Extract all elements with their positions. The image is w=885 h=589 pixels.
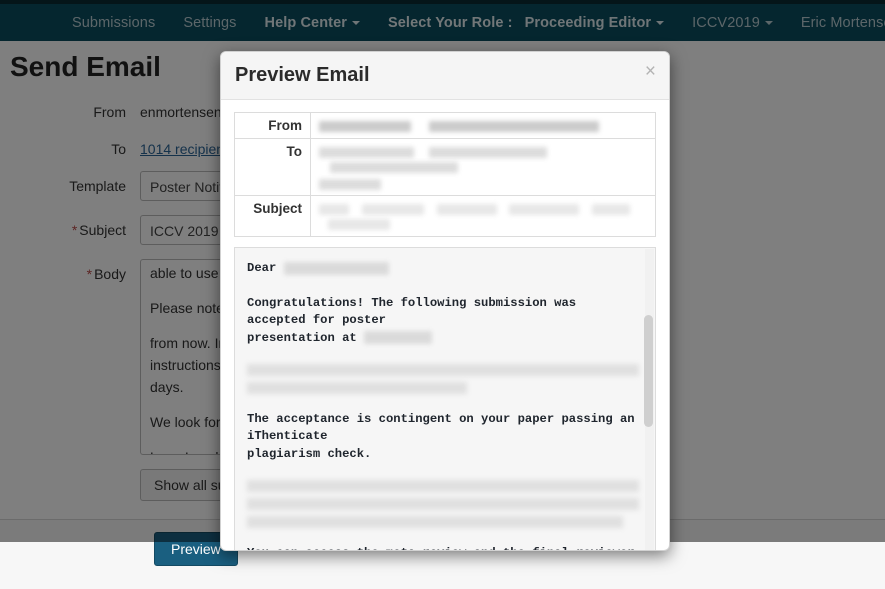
preview-redacted-block xyxy=(247,480,639,528)
preview-text: Congratulations! The following submissio… xyxy=(247,296,576,327)
redacted-text xyxy=(319,121,411,132)
preview-email-modal: Preview Email × From To xyxy=(220,51,670,551)
header-key-to: To xyxy=(235,139,311,196)
redacted-text xyxy=(429,147,547,158)
preview-paragraph-congrats: Congratulations! The following submissio… xyxy=(247,295,639,347)
preview-scrollbar-thumb[interactable] xyxy=(644,315,653,427)
redacted-text xyxy=(330,162,458,173)
table-row: From xyxy=(235,113,656,139)
email-body-text: Dear Congratulations! The following subm… xyxy=(235,248,655,550)
modal-title: Preview Email xyxy=(235,64,370,87)
redacted-text xyxy=(429,121,599,132)
email-headers-table: From To Subject xyxy=(234,112,656,237)
redacted-text xyxy=(284,262,389,275)
redacted-text xyxy=(437,204,497,215)
redacted-line xyxy=(247,498,639,510)
redacted-text xyxy=(319,204,349,215)
header-value-to xyxy=(311,139,656,196)
modal-body: From To Subject xyxy=(221,100,669,550)
redacted-text xyxy=(362,204,424,215)
header-value-from xyxy=(311,113,656,139)
preview-text: The acceptance is contingent on your pap… xyxy=(247,412,635,443)
redacted-text xyxy=(319,179,381,190)
preview-text: Dear xyxy=(247,261,284,275)
redacted-line xyxy=(247,382,467,394)
redacted-line xyxy=(247,516,623,528)
preview-paragraph-metareview: You can access the meta-review and the f… xyxy=(247,545,639,550)
preview-paragraph-greeting: Dear xyxy=(247,260,639,277)
close-icon[interactable]: × xyxy=(645,62,656,81)
table-row: To xyxy=(235,139,656,196)
table-row: Subject xyxy=(235,196,656,237)
header-key-from: From xyxy=(235,113,311,139)
preview-text: You can access the meta-review and the f… xyxy=(247,546,635,550)
email-body-preview: Dear Congratulations! The following subm… xyxy=(234,247,656,550)
redacted-text xyxy=(592,204,630,215)
preview-scrollbar-track[interactable] xyxy=(645,249,654,550)
redacted-line xyxy=(247,480,639,492)
redacted-line xyxy=(247,364,639,376)
modal-header: Preview Email × xyxy=(221,52,669,100)
redacted-text xyxy=(319,147,414,158)
header-value-subject xyxy=(311,196,656,237)
preview-paragraph-ithenticate: The acceptance is contingent on your pap… xyxy=(247,411,639,463)
redacted-text xyxy=(364,331,432,344)
preview-redacted-block xyxy=(247,364,639,394)
redacted-text xyxy=(328,219,390,230)
redacted-text xyxy=(509,204,579,215)
preview-text: presentation at xyxy=(247,331,364,345)
preview-text: plagiarism check. xyxy=(247,447,371,461)
header-key-subject: Subject xyxy=(235,196,311,237)
